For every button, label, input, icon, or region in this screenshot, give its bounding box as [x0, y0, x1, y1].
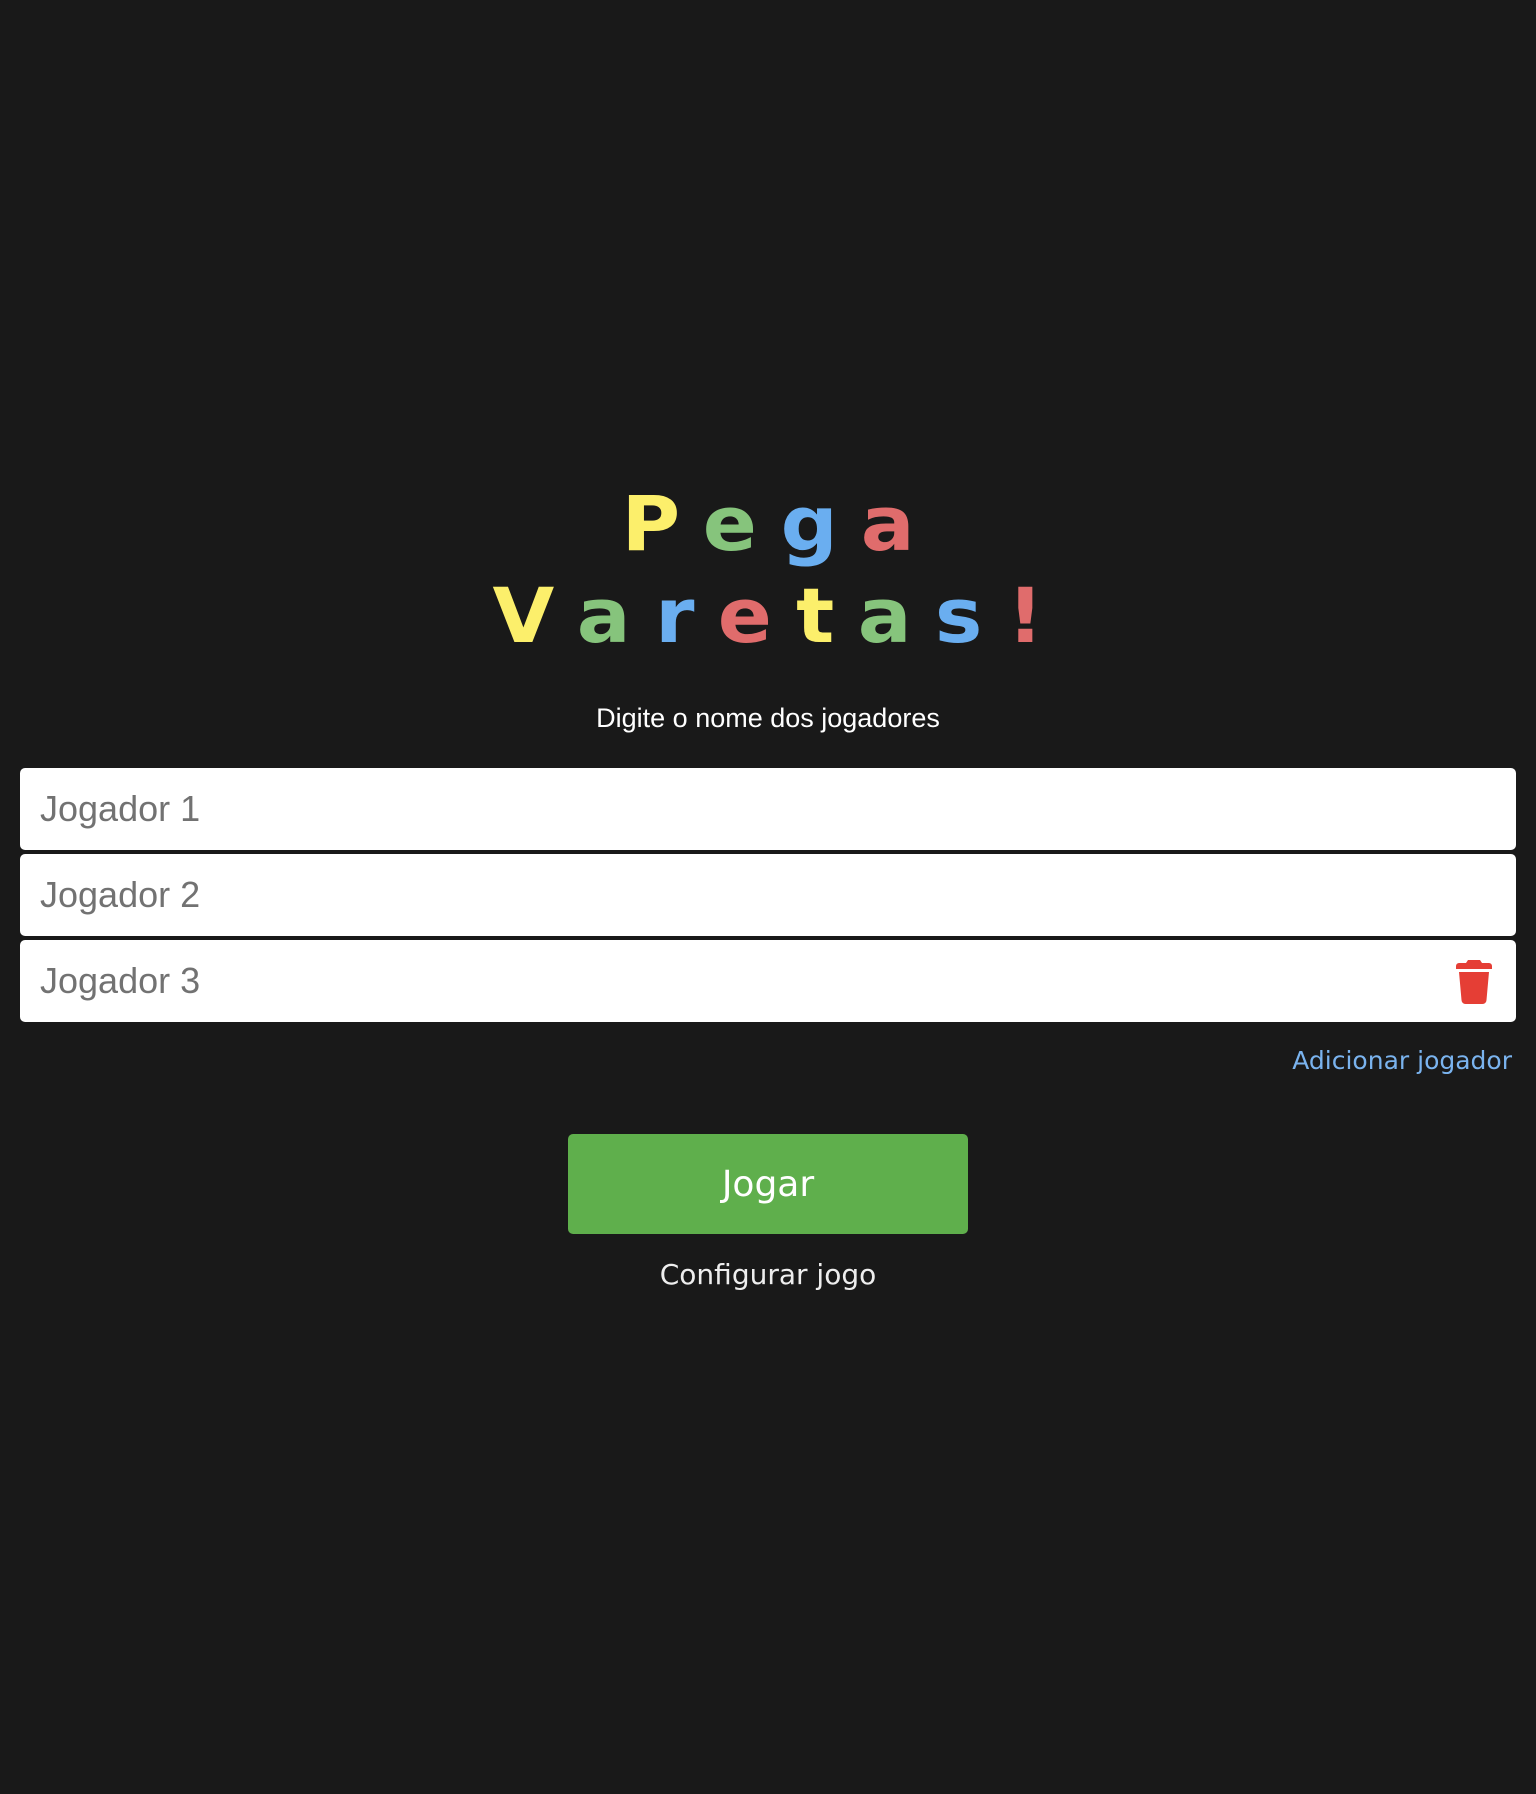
player-name-input-1[interactable] — [20, 768, 1516, 850]
title-letter: a — [860, 479, 915, 568]
title-letter: r — [654, 571, 695, 660]
add-player-link[interactable]: Adicionar jogador — [1292, 1044, 1512, 1078]
instructions-text: Digite o nome dos jogadores — [596, 703, 940, 733]
title-letter: g — [780, 479, 838, 568]
configure-game-link[interactable]: Configurar jogo — [0, 1256, 1536, 1294]
play-button[interactable]: Jogar — [568, 1134, 968, 1234]
player-row — [20, 940, 1516, 1022]
player-name-input-2[interactable] — [20, 854, 1516, 936]
title-letter: a — [857, 571, 912, 660]
game-title-line-1: Pega — [0, 486, 1536, 562]
title-letter: ! — [1006, 571, 1044, 660]
player-row — [20, 854, 1516, 936]
player-list — [20, 768, 1516, 1026]
title-letter: V — [492, 571, 554, 660]
title-letter: e — [702, 479, 758, 568]
title-letter: s — [935, 571, 983, 660]
title-letter: P — [621, 479, 680, 568]
remove-player-button[interactable] — [1456, 958, 1492, 1004]
title-letter: e — [717, 571, 773, 660]
game-title-line-2: Va r e t a s! — [0, 578, 1536, 654]
title-letter: t — [795, 571, 835, 660]
player-row — [20, 768, 1516, 850]
title-letter: a — [577, 571, 632, 660]
player-name-input-3[interactable] — [20, 940, 1516, 1022]
trash-icon — [1456, 960, 1492, 1004]
